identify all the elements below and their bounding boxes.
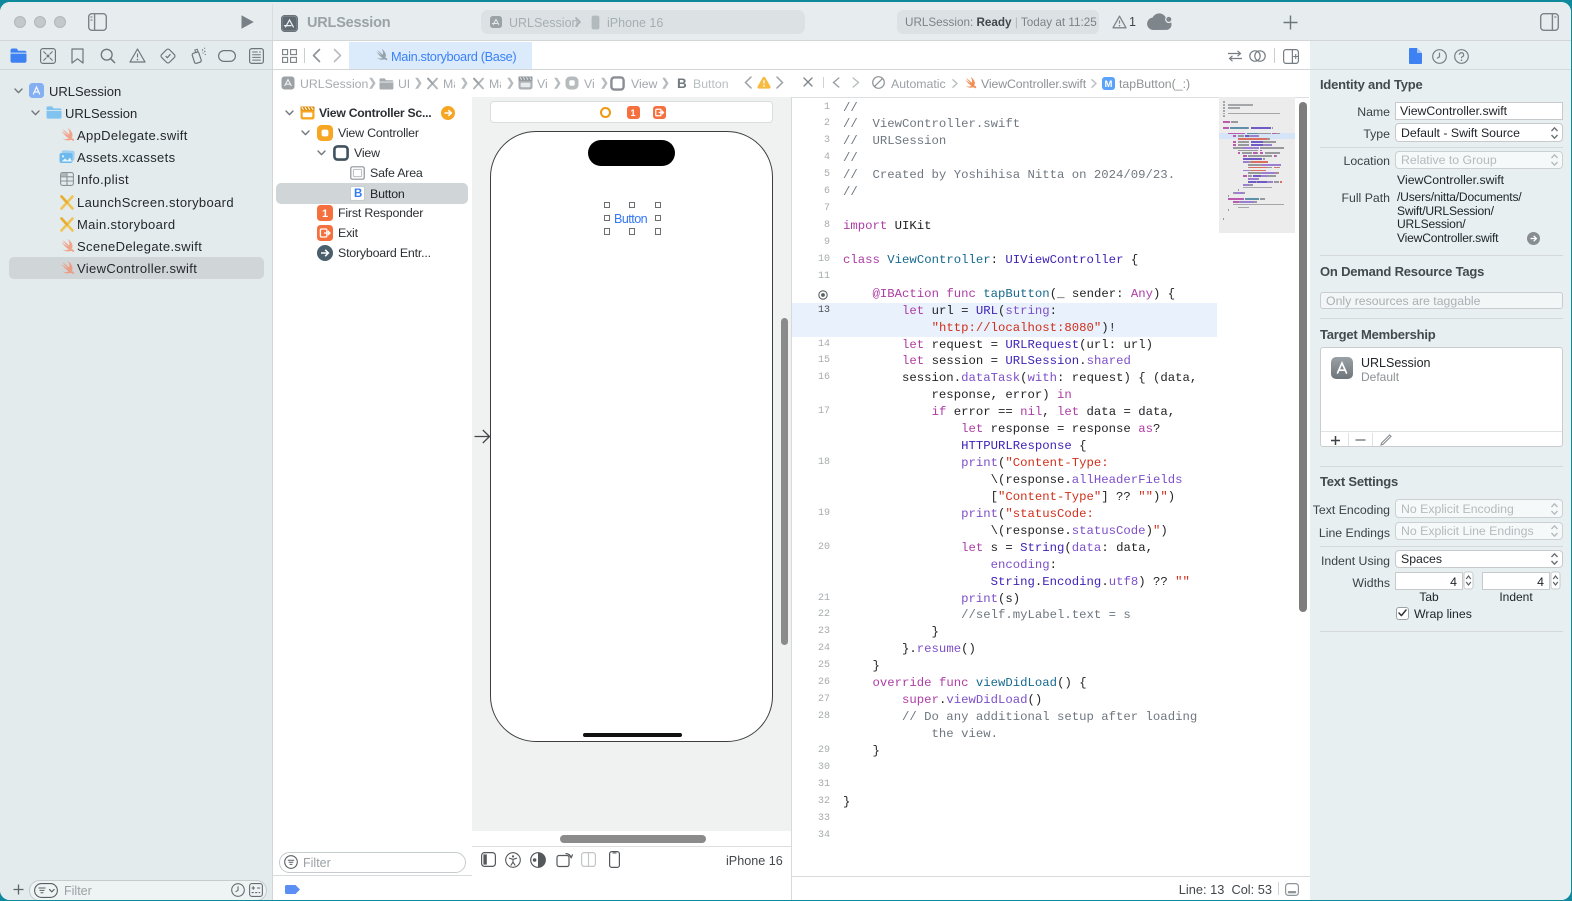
- svg-text:1: 1: [322, 208, 328, 220]
